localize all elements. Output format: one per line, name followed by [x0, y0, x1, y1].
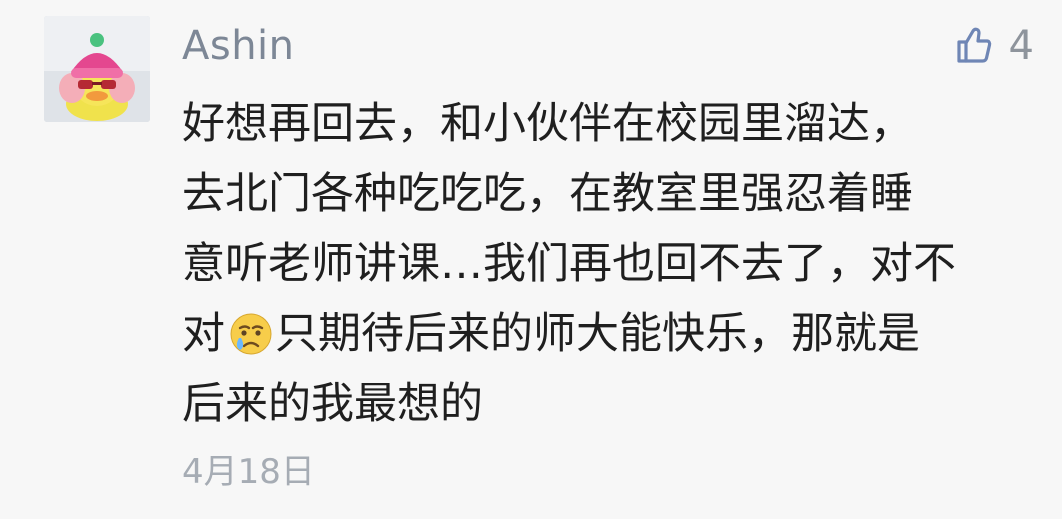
like-count: 4	[1008, 23, 1034, 69]
thumbs-up-icon[interactable]	[953, 26, 993, 66]
comment-text: 好想再回去，和小伙伴在校园里溜达， 去北门各种吃吃吃，在教室里强忍着睡 意听老师…	[182, 89, 1022, 439]
author-name[interactable]: Ashin	[182, 18, 295, 74]
comment-date: 4月18日	[182, 452, 315, 492]
like-area[interactable]: 4	[953, 20, 1034, 72]
comment-text-part-2: 只期待后来的师大能快乐，那就是 后来的我最想的	[182, 309, 920, 429]
crying-face-icon	[230, 313, 272, 355]
comment-card: Ashin 4 好想再回去，和小伙伴在校园里溜达， 去北门各种吃吃吃，在教室里强…	[0, 0, 1062, 519]
avatar[interactable]	[44, 16, 150, 122]
duck-avatar-icon	[44, 16, 150, 122]
